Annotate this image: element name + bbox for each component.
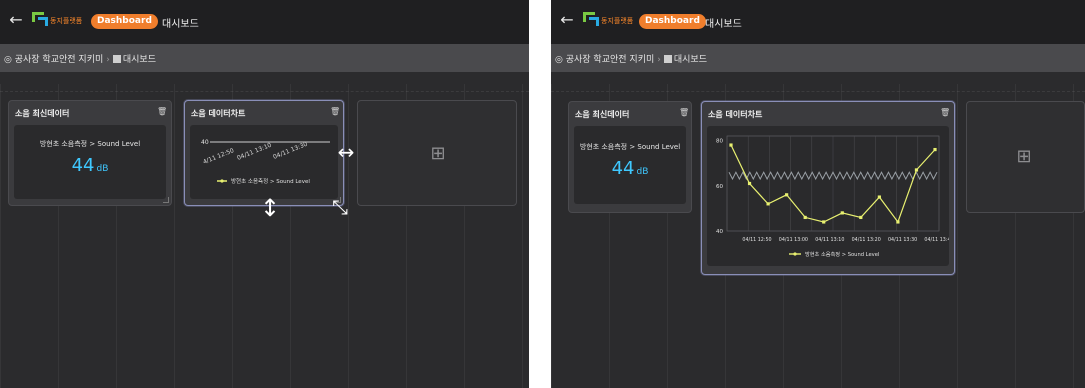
legend-label: 방현초 소음측정 > Sound Level (231, 177, 310, 185)
left-screen: ← 동지플랫폼 Dashboard 대시보드 ◎ 공사장 학교안전 지키미 › 대시… (0, 0, 529, 388)
data-point (822, 220, 826, 224)
sensor-value: 44 dB (71, 155, 109, 176)
trash-icon[interactable]: 🗑 (940, 108, 950, 117)
y-tick-label: 60 (716, 184, 723, 190)
legend-label: 방현초 소음측정 > Sound Level (805, 250, 879, 258)
breadcrumb-bar: ◎ 공사장 학교안전 지키미 › 대시보드 (0, 44, 529, 72)
right-screen: ← 동지플랫폼 Dashboard 대시보드 ◎ 공사장 학교안전 지키미 › 대시… (551, 0, 1085, 388)
data-point (933, 147, 937, 152)
x-tick-label: 04/11 12:50 (742, 237, 771, 243)
x-tick-label: 04/11 13:40 (924, 237, 949, 243)
x-tick-label: 04/11 13:00 (779, 237, 808, 243)
latest-data-card[interactable]: 소음 최신데이터 🗑 방현초 소음측정 > Sound Level 44 dB (568, 101, 692, 213)
resize-diagonal-icon: ⤡ (332, 195, 348, 219)
breadcrumb-current: 대시보드 (673, 55, 707, 65)
chart-card[interactable]: 소음 데이터차트 🗑 40 4/11 12:50 04/11 13:10 04/… (184, 100, 344, 206)
latest-data-body: 방현초 소음측정 > Sound Level 44 dB (14, 125, 166, 199)
x-tick-label: 4/11 12:50 (202, 147, 235, 166)
brand-name: 동지플랫폼 (50, 17, 83, 25)
back-arrow-icon[interactable]: ← (557, 10, 577, 30)
breadcrumb: ◎ 공사장 학교안전 지키미 › 대시보드 (4, 52, 156, 65)
chart-body: 40 4/11 12:50 04/11 13:10 04/11 13:30 방현… (190, 125, 338, 199)
chart-mini: 40 4/11 12:50 04/11 13:10 04/11 13:30 방현… (201, 139, 330, 185)
breadcrumb: ◎ 공사장 학교안전 지키미 › 대시보드 (555, 52, 707, 65)
x-tick-label: 04/11 13:10 (236, 142, 273, 162)
page-title: 대시보드 (162, 19, 199, 30)
dashboard-pill[interactable]: Dashboard (639, 14, 706, 29)
target-icon: ◎ (555, 55, 563, 65)
x-tick-label: 04/11 13:10 (815, 237, 844, 243)
add-widget-slot[interactable]: ⊞ (357, 100, 517, 206)
x-tick-label: 04/11 13:30 (888, 237, 917, 243)
sensor-value: 44 dB (611, 158, 649, 179)
dashboard-pill[interactable]: Dashboard (91, 14, 158, 29)
chevron-right-icon: › (106, 55, 110, 65)
y-tick-label: 40 (716, 229, 723, 235)
document-icon (663, 55, 672, 63)
trash-icon[interactable]: 🗑 (679, 108, 689, 117)
data-point (785, 193, 789, 197)
latest-data-body: 방현초 소음측정 > Sound Level 44 dB (574, 126, 686, 204)
data-point (859, 215, 863, 220)
resize-vertical-icon: ↕ (260, 194, 281, 222)
data-point (729, 143, 733, 147)
data-point (840, 211, 844, 215)
y-tick-label: 40 (201, 139, 209, 146)
card-title: 소음 최신데이터 (575, 110, 630, 119)
resize-horizontal-icon: ↔ (337, 140, 355, 164)
breadcrumb-bar: ◎ 공사장 학교안전 지키미 › 대시보드 (551, 44, 1085, 72)
logo-icon (32, 12, 48, 26)
card-title: 소음 데이터차트 (708, 110, 763, 119)
resize-handle[interactable] (163, 197, 169, 203)
legend-marker (220, 179, 224, 183)
x-tick-label: 04/11 13:30 (272, 141, 309, 161)
trash-icon[interactable]: 🗑 (157, 107, 167, 116)
chart-card[interactable]: 소음 데이터차트 🗑 40 60 80 04/11 12:50 04/11 13:00 0… (701, 101, 955, 275)
data-point (914, 168, 919, 172)
line-chart: 40 60 80 04/11 12:50 04/11 13:00 04/11 13:10 0… (716, 135, 954, 258)
document-icon (112, 55, 121, 63)
data-point (877, 195, 881, 199)
legend-marker (793, 252, 797, 256)
breadcrumb-root[interactable]: 공사장 학교안전 지키미 (15, 55, 104, 65)
data-point (766, 202, 770, 206)
chevron-right-icon: › (657, 55, 661, 65)
data-point (896, 220, 900, 224)
grid-ruler (0, 86, 529, 92)
top-bar: ← 동지플랫폼 Dashboard 대시보드 (0, 0, 529, 44)
data-point (747, 181, 752, 186)
add-widget-slot[interactable]: ⊞ (966, 101, 1085, 213)
trash-icon[interactable]: 🗑 (330, 107, 340, 116)
page-title: 대시보드 (705, 19, 742, 30)
grid-ruler (551, 86, 1085, 92)
add-widget-icon[interactable]: ⊞ (1015, 148, 1033, 166)
back-arrow-icon[interactable]: ← (6, 10, 26, 30)
card-title: 소음 데이터차트 (191, 109, 246, 118)
target-icon: ◎ (4, 55, 12, 65)
x-tick-label: 04/11 13:20 (852, 237, 881, 243)
y-tick-label: 80 (716, 139, 723, 145)
brand-name: 동지플랫폼 (601, 17, 634, 25)
sensor-label: 방현초 소음측정 > Sound Level (579, 143, 681, 151)
logo-icon (583, 12, 599, 26)
breadcrumb-root[interactable]: 공사장 학교안전 지키미 (566, 55, 655, 65)
sensor-label: 방현초 소음측정 > Sound Level (39, 140, 141, 148)
card-title: 소음 최신데이터 (15, 109, 70, 118)
top-bar: ← 동지플랫폼 Dashboard 대시보드 (551, 0, 1085, 44)
latest-data-card[interactable]: 소음 최신데이터 🗑 방현초 소음측정 > Sound Level 44 dB (8, 100, 172, 206)
data-point (803, 215, 807, 220)
breadcrumb-current: 대시보드 (122, 55, 156, 65)
add-widget-icon[interactable]: ⊞ (429, 145, 447, 163)
chart-body: 40 60 80 04/11 12:50 04/11 13:00 04/11 13:10 0… (707, 126, 954, 266)
